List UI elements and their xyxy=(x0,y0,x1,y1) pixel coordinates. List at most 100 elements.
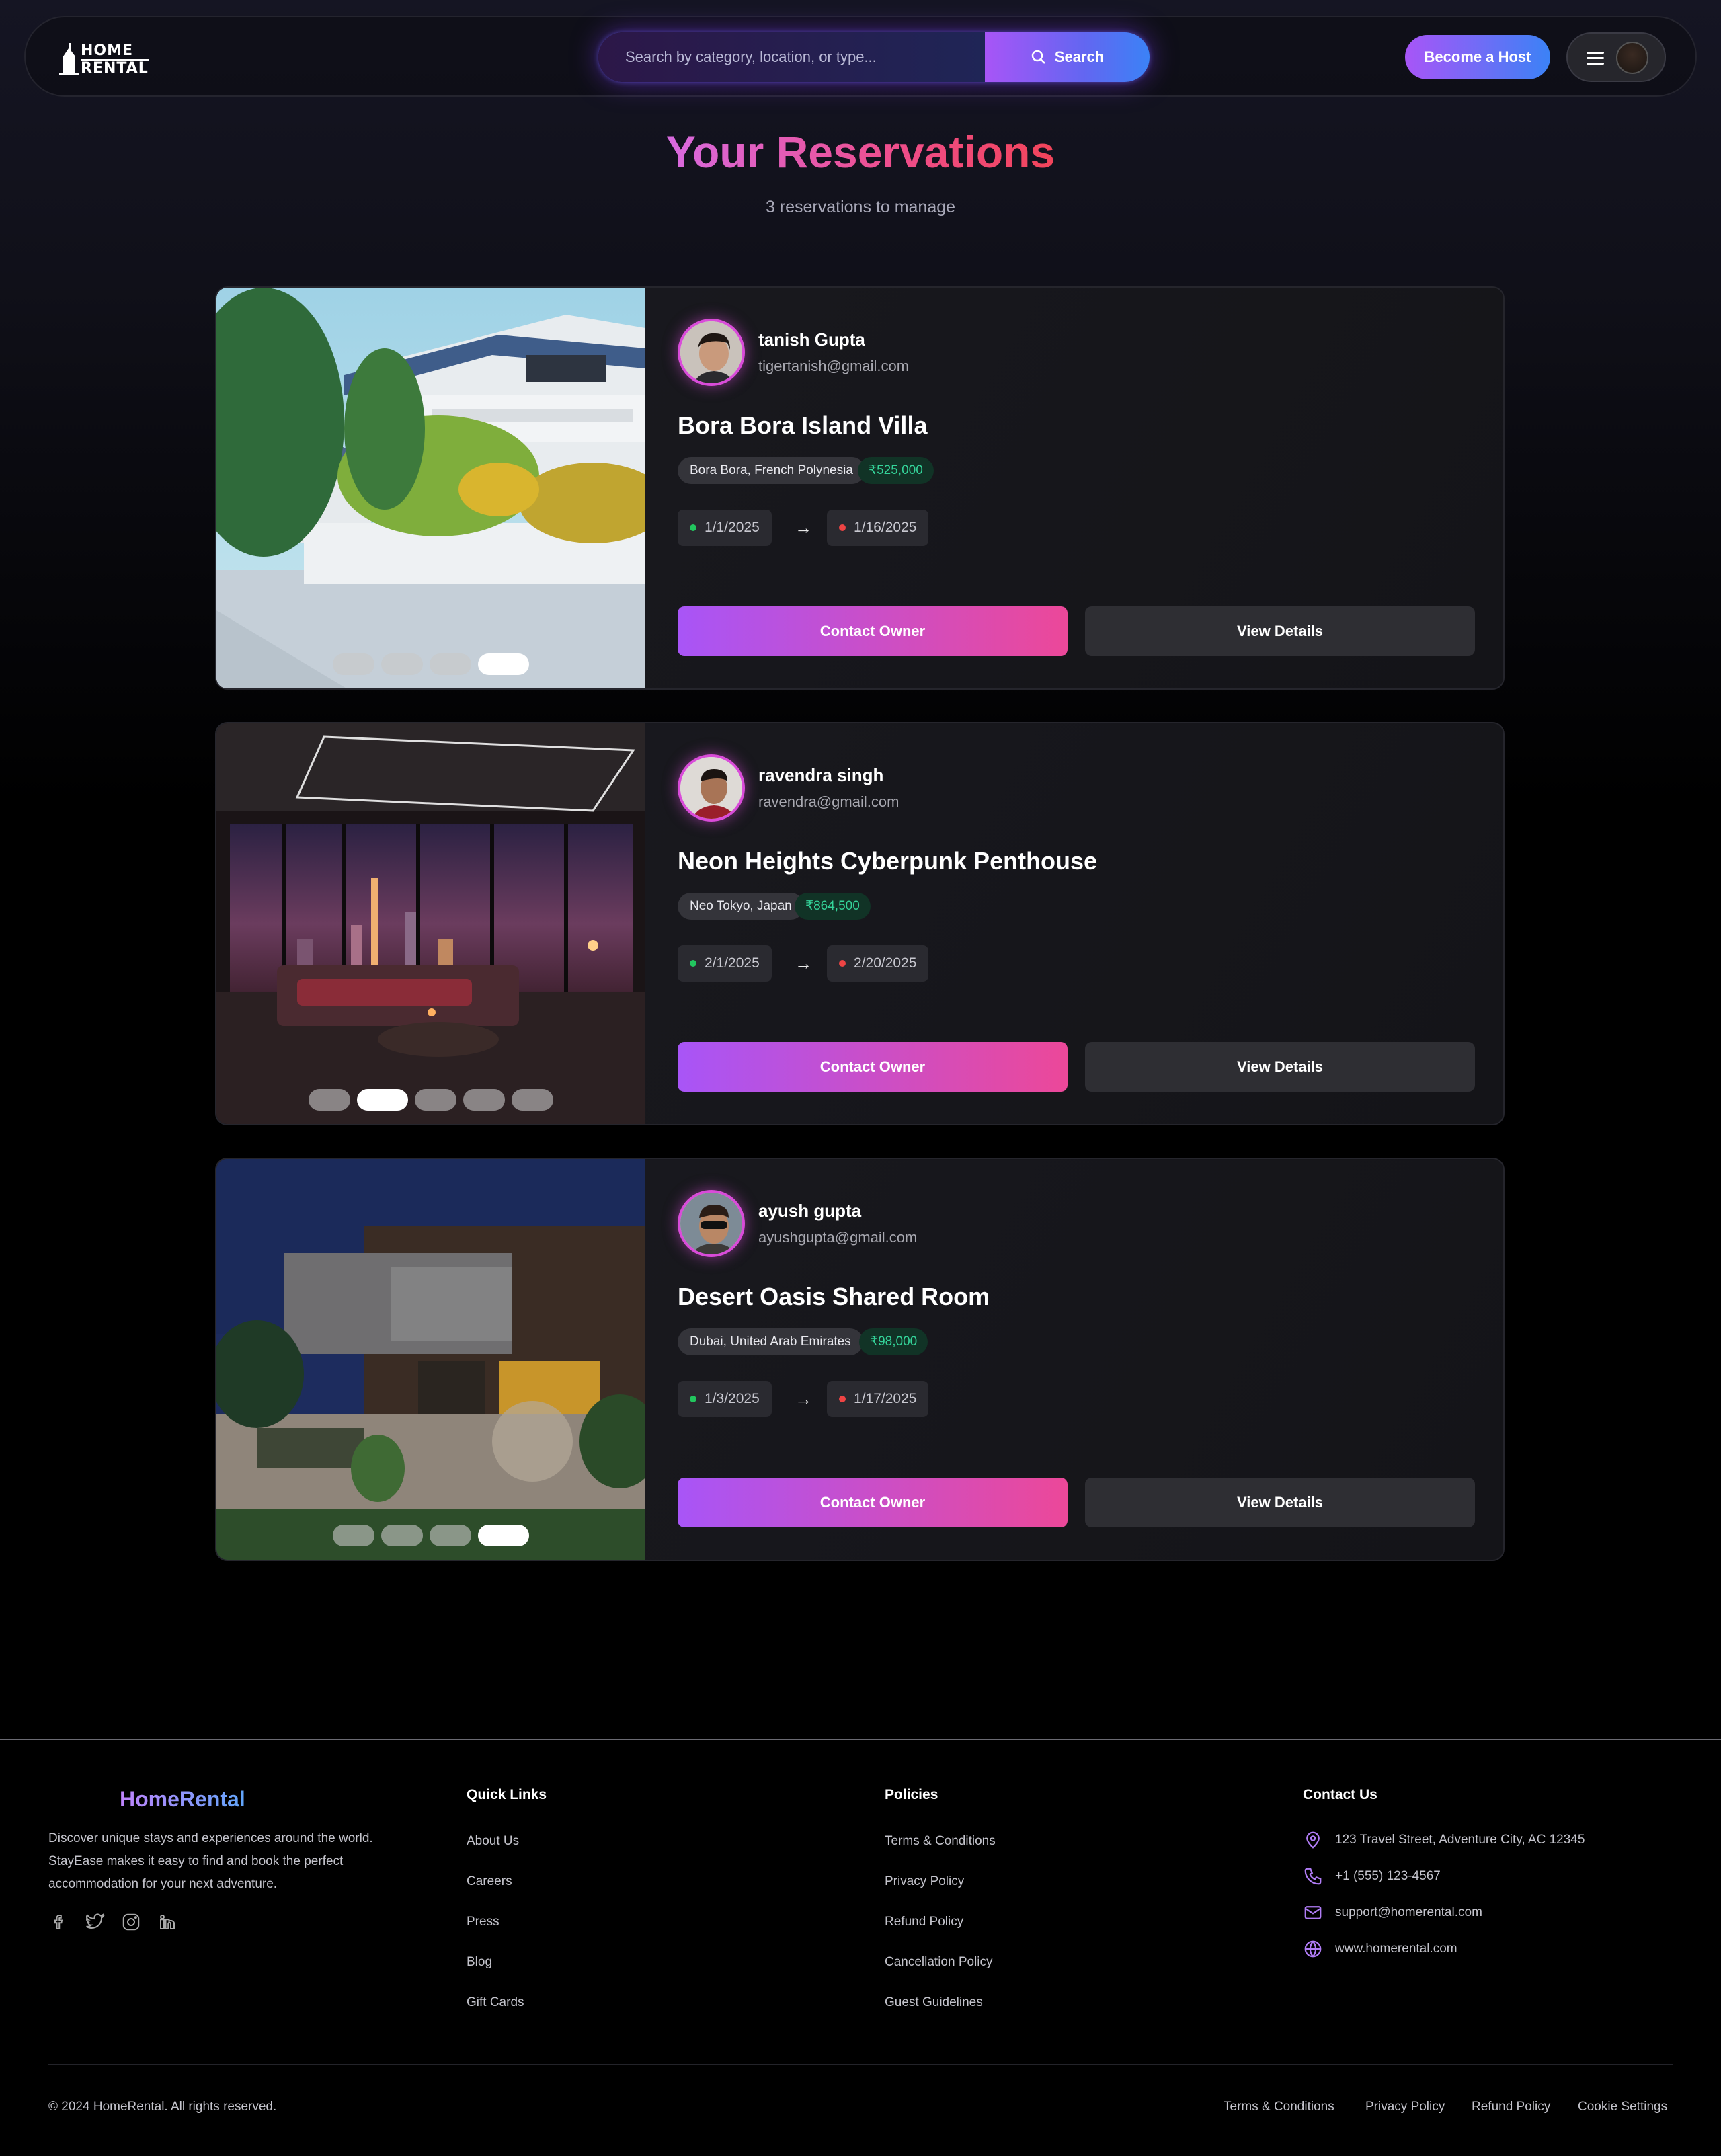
logo-line-2: RENTAL xyxy=(81,59,149,77)
globe-icon xyxy=(1304,1940,1322,1958)
social-links xyxy=(48,1912,177,1932)
phone-icon xyxy=(1304,1868,1322,1885)
check-in-dot-icon xyxy=(690,960,696,967)
owner-name: ravendra singh xyxy=(758,765,884,785)
contact-owner-button[interactable]: Contact Owner xyxy=(678,1042,1068,1092)
contact-owner-button[interactable]: Contact Owner xyxy=(678,606,1068,656)
owner-email: tigertanish@gmail.com xyxy=(758,358,910,374)
date-arrow-icon: → xyxy=(795,518,812,538)
search-icon xyxy=(1031,50,1045,64)
reservation-card: tanish Gupta tigertanish@gmail.com Bora … xyxy=(215,286,1505,690)
carousel-dot-active[interactable] xyxy=(357,1089,408,1111)
instagram-icon[interactable] xyxy=(121,1912,141,1932)
location-badge: Bora Bora, French Polynesia xyxy=(678,457,865,484)
become-host-button[interactable]: Become a Host xyxy=(1405,35,1550,79)
check-in-dot-icon xyxy=(690,1396,696,1402)
reservation-info: tanish Gupta tigertanish@gmail.com Bora … xyxy=(645,288,1503,688)
linkedin-icon[interactable] xyxy=(157,1912,177,1932)
photo-carousel-dots xyxy=(216,1089,645,1111)
user-avatar xyxy=(1616,42,1648,74)
facebook-icon[interactable] xyxy=(48,1912,69,1932)
footer-link-careers[interactable]: Careers xyxy=(467,1874,512,1889)
check-in-dot-icon xyxy=(690,524,696,531)
footer-link-about[interactable]: About Us xyxy=(467,1834,519,1849)
check-in-date: 1/3/2025 xyxy=(678,1381,772,1417)
carousel-dot[interactable] xyxy=(463,1089,505,1111)
view-details-button[interactable]: View Details xyxy=(1085,606,1475,656)
footer-link-cancellation[interactable]: Cancellation Policy xyxy=(885,1955,993,1970)
contact-address: 123 Travel Street, Adventure City, AC 12… xyxy=(1303,1830,1585,1850)
footer-link-privacy[interactable]: Privacy Policy xyxy=(885,1874,964,1889)
copyright: © 2024 HomeRental. All rights reserved. xyxy=(48,2100,277,2114)
date-arrow-icon: → xyxy=(795,953,812,973)
property-title: Neon Heights Cyberpunk Penthouse xyxy=(678,847,1098,875)
price-badge: ₹98,000 xyxy=(859,1328,928,1355)
owner-email: ayushgupta@gmail.com xyxy=(758,1229,918,1246)
logo-line-1: HOME xyxy=(81,42,134,59)
search-input[interactable] xyxy=(598,32,985,82)
quick-links-title: Quick Links xyxy=(467,1787,547,1802)
user-menu-button[interactable] xyxy=(1566,32,1666,82)
check-in-date: 1/1/2025 xyxy=(678,510,772,546)
check-out-dot-icon xyxy=(839,524,846,531)
page-subtitle: 3 reservations to manage xyxy=(765,198,956,216)
building-logo-icon xyxy=(59,43,79,75)
check-out-date: 2/20/2025 xyxy=(827,945,929,982)
carousel-dot[interactable] xyxy=(430,1525,471,1546)
contact-owner-button[interactable]: Contact Owner xyxy=(678,1478,1068,1527)
property-title: Desert Oasis Shared Room xyxy=(678,1283,990,1310)
property-photo[interactable] xyxy=(216,288,645,688)
twitter-icon[interactable] xyxy=(85,1912,106,1932)
bottom-link-terms[interactable]: Terms & Conditions xyxy=(1224,2100,1334,2114)
footer-link-guest-guidelines[interactable]: Guest Guidelines xyxy=(885,1995,983,2010)
view-details-button[interactable]: View Details xyxy=(1085,1478,1475,1527)
check-out-date: 1/17/2025 xyxy=(827,1381,929,1417)
hamburger-menu-icon xyxy=(1587,52,1604,65)
owner-name: ayush gupta xyxy=(758,1201,862,1221)
bottom-link-cookie[interactable]: Cookie Settings xyxy=(1578,2100,1667,2114)
footer-description: Discover unique stays and experiences ar… xyxy=(48,1831,373,1891)
property-photo[interactable] xyxy=(216,1159,645,1560)
contact-phone[interactable]: +1 (555) 123-4567 xyxy=(1303,1866,1441,1886)
view-details-button[interactable]: View Details xyxy=(1085,1042,1475,1092)
bottom-link-privacy[interactable]: Privacy Policy xyxy=(1365,2100,1445,2114)
mail-icon xyxy=(1304,1906,1322,1919)
navbar: HOME RENTAL Search Become a Host xyxy=(24,16,1697,97)
carousel-dot[interactable] xyxy=(333,1525,374,1546)
reservation-info: ravendra singh ravendra@gmail.com Neon H… xyxy=(645,723,1503,1124)
footer-brand[interactable]: HomeRental xyxy=(120,1787,245,1812)
contact-title: Contact Us xyxy=(1303,1787,1377,1802)
price-badge: ₹864,500 xyxy=(795,893,871,920)
location-pin-icon xyxy=(1306,1831,1320,1849)
logo[interactable]: HOME RENTAL xyxy=(59,42,149,77)
carousel-dot[interactable] xyxy=(381,653,423,675)
owner-email: ravendra@gmail.com xyxy=(758,793,899,810)
carousel-dot[interactable] xyxy=(381,1525,423,1546)
check-out-date: 1/16/2025 xyxy=(827,510,929,546)
location-badge: Dubai, United Arab Emirates xyxy=(678,1328,863,1355)
carousel-dot-active[interactable] xyxy=(478,1525,529,1546)
carousel-dot[interactable] xyxy=(512,1089,553,1111)
carousel-dot-active[interactable] xyxy=(478,653,529,675)
property-photo[interactable] xyxy=(216,723,645,1124)
owner-avatar xyxy=(678,1190,745,1257)
search-button[interactable]: Search xyxy=(985,32,1150,82)
contact-website[interactable]: www.homerental.com xyxy=(1303,1939,1457,1959)
property-title: Bora Bora Island Villa xyxy=(678,411,928,439)
footer-link-blog[interactable]: Blog xyxy=(467,1955,492,1970)
carousel-dot[interactable] xyxy=(430,653,471,675)
price-badge: ₹525,000 xyxy=(858,457,934,484)
carousel-dot[interactable] xyxy=(309,1089,350,1111)
page-title: Your Reservations xyxy=(666,127,1055,177)
footer-link-press[interactable]: Press xyxy=(467,1915,499,1929)
bottom-link-refund[interactable]: Refund Policy xyxy=(1472,2100,1550,2114)
contact-email[interactable]: support@homerental.com xyxy=(1303,1903,1482,1923)
reservation-card: ayush gupta ayushgupta@gmail.com Desert … xyxy=(215,1158,1505,1561)
footer-link-refund[interactable]: Refund Policy xyxy=(885,1915,963,1929)
footer-link-gift-cards[interactable]: Gift Cards xyxy=(467,1995,524,2010)
footer-link-terms[interactable]: Terms & Conditions xyxy=(885,1834,996,1849)
carousel-dot[interactable] xyxy=(415,1089,456,1111)
carousel-dot[interactable] xyxy=(333,653,374,675)
location-badge: Neo Tokyo, Japan xyxy=(678,893,804,920)
owner-avatar xyxy=(678,319,745,386)
